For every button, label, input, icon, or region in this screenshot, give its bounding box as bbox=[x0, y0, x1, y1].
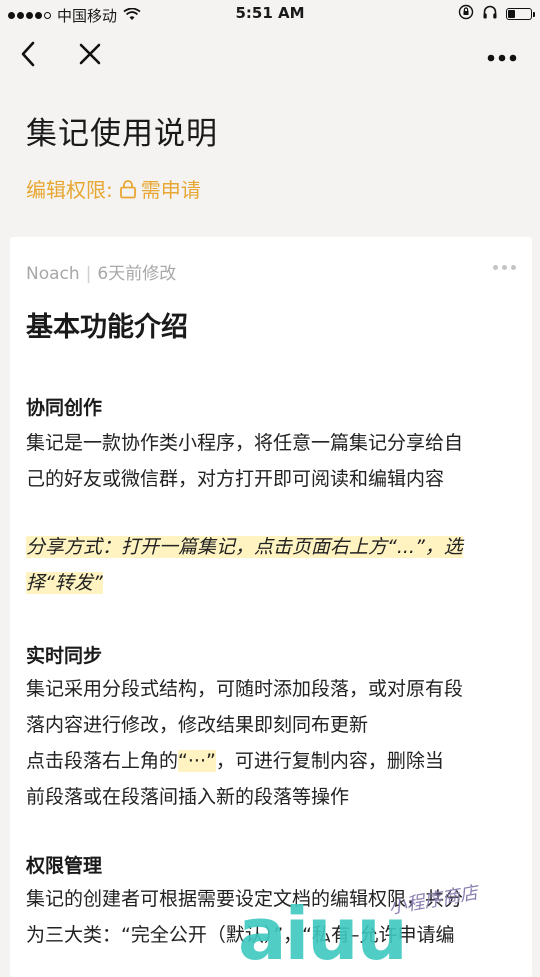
lock-icon bbox=[119, 179, 137, 199]
body-line: 前段落或在段落间插入新的段落等操作 bbox=[26, 786, 350, 808]
chevron-left-icon bbox=[20, 41, 36, 71]
battery-icon bbox=[506, 8, 535, 20]
body-line: 集记采用分段式结构，可随时添加段落，或对原有段 bbox=[26, 678, 464, 700]
card-heading: 基本功能介绍 bbox=[26, 312, 188, 343]
section-body: 集记是一款协作类小程序，将任意一篇集记分享给自 己的好友或微信群，对方打开即可阅… bbox=[26, 425, 516, 497]
tip-suffix: ，可进行复制内容，删除当 bbox=[215, 750, 444, 772]
back-button[interactable] bbox=[8, 36, 48, 76]
status-bar: 中国移动 5:51 AM bbox=[0, 0, 540, 28]
tip-highlight: “···” bbox=[178, 750, 216, 772]
paragraph-more-button[interactable] bbox=[493, 265, 516, 270]
status-right bbox=[458, 4, 535, 24]
card-meta: Noach | 6天前修改 bbox=[26, 259, 176, 284]
highlight-line: 择“转发” bbox=[26, 572, 103, 594]
permission-label: 编辑权限: bbox=[26, 178, 113, 202]
close-button[interactable] bbox=[70, 36, 110, 76]
permission-value: 需申请 bbox=[140, 178, 201, 202]
headphones-icon bbox=[482, 4, 498, 24]
body-line: 落内容进行修改，修改结果即刻同布更新 bbox=[26, 714, 369, 736]
section-body: 集记的创建者可根据需要设定文档的编辑权限，共分 为三大类：“完全公开（默认）”，… bbox=[26, 881, 516, 953]
more-horizontal-icon bbox=[487, 47, 517, 66]
modified-time: 6天前修改 bbox=[97, 264, 177, 284]
nav-bar bbox=[0, 28, 540, 84]
close-icon bbox=[79, 43, 101, 69]
share-tip: 分享方式：打开一篇集记，点击页面右上方“...”，选 择“转发” bbox=[26, 529, 516, 601]
orientation-lock-icon bbox=[458, 4, 474, 24]
section-title: 实时同步 bbox=[26, 645, 103, 667]
section-body: 集记采用分段式结构，可随时添加段落，或对原有段 落内容进行修改，修改结果即刻同布… bbox=[26, 671, 516, 815]
body-line: 集记的创建者可根据需要设定文档的编辑权限，共分 bbox=[26, 888, 464, 910]
more-options-button[interactable] bbox=[482, 36, 522, 76]
edit-permission[interactable]: 编辑权限: 需申请 bbox=[26, 174, 201, 203]
highlight-line: 分享方式：打开一篇集记，点击页面右上方“...”，选 bbox=[26, 536, 463, 558]
author-name: Noach bbox=[26, 264, 80, 284]
body-line: 为三大类：“完全公开（默认）”，“私有–允许申请编 bbox=[26, 924, 455, 946]
tip-line: 点击段落右上角的“···”，可进行复制内容，删除当 bbox=[26, 743, 516, 779]
document-title: 集记使用说明 bbox=[26, 116, 218, 152]
tip-prefix: 点击段落右上角的 bbox=[26, 750, 179, 772]
body-line: 集记是一款协作类小程序，将任意一篇集记分享给自 bbox=[26, 432, 464, 454]
body-line: 己的好友或微信群，对方打开即可阅读和编辑内容 bbox=[26, 468, 445, 490]
section-title: 权限管理 bbox=[26, 855, 103, 877]
meta-divider: | bbox=[85, 264, 92, 284]
content-card: Noach | 6天前修改 基本功能介绍 协同创作 集记是一款协作类小程序，将任意一… bbox=[10, 237, 532, 977]
section-title: 协同创作 bbox=[26, 397, 103, 419]
